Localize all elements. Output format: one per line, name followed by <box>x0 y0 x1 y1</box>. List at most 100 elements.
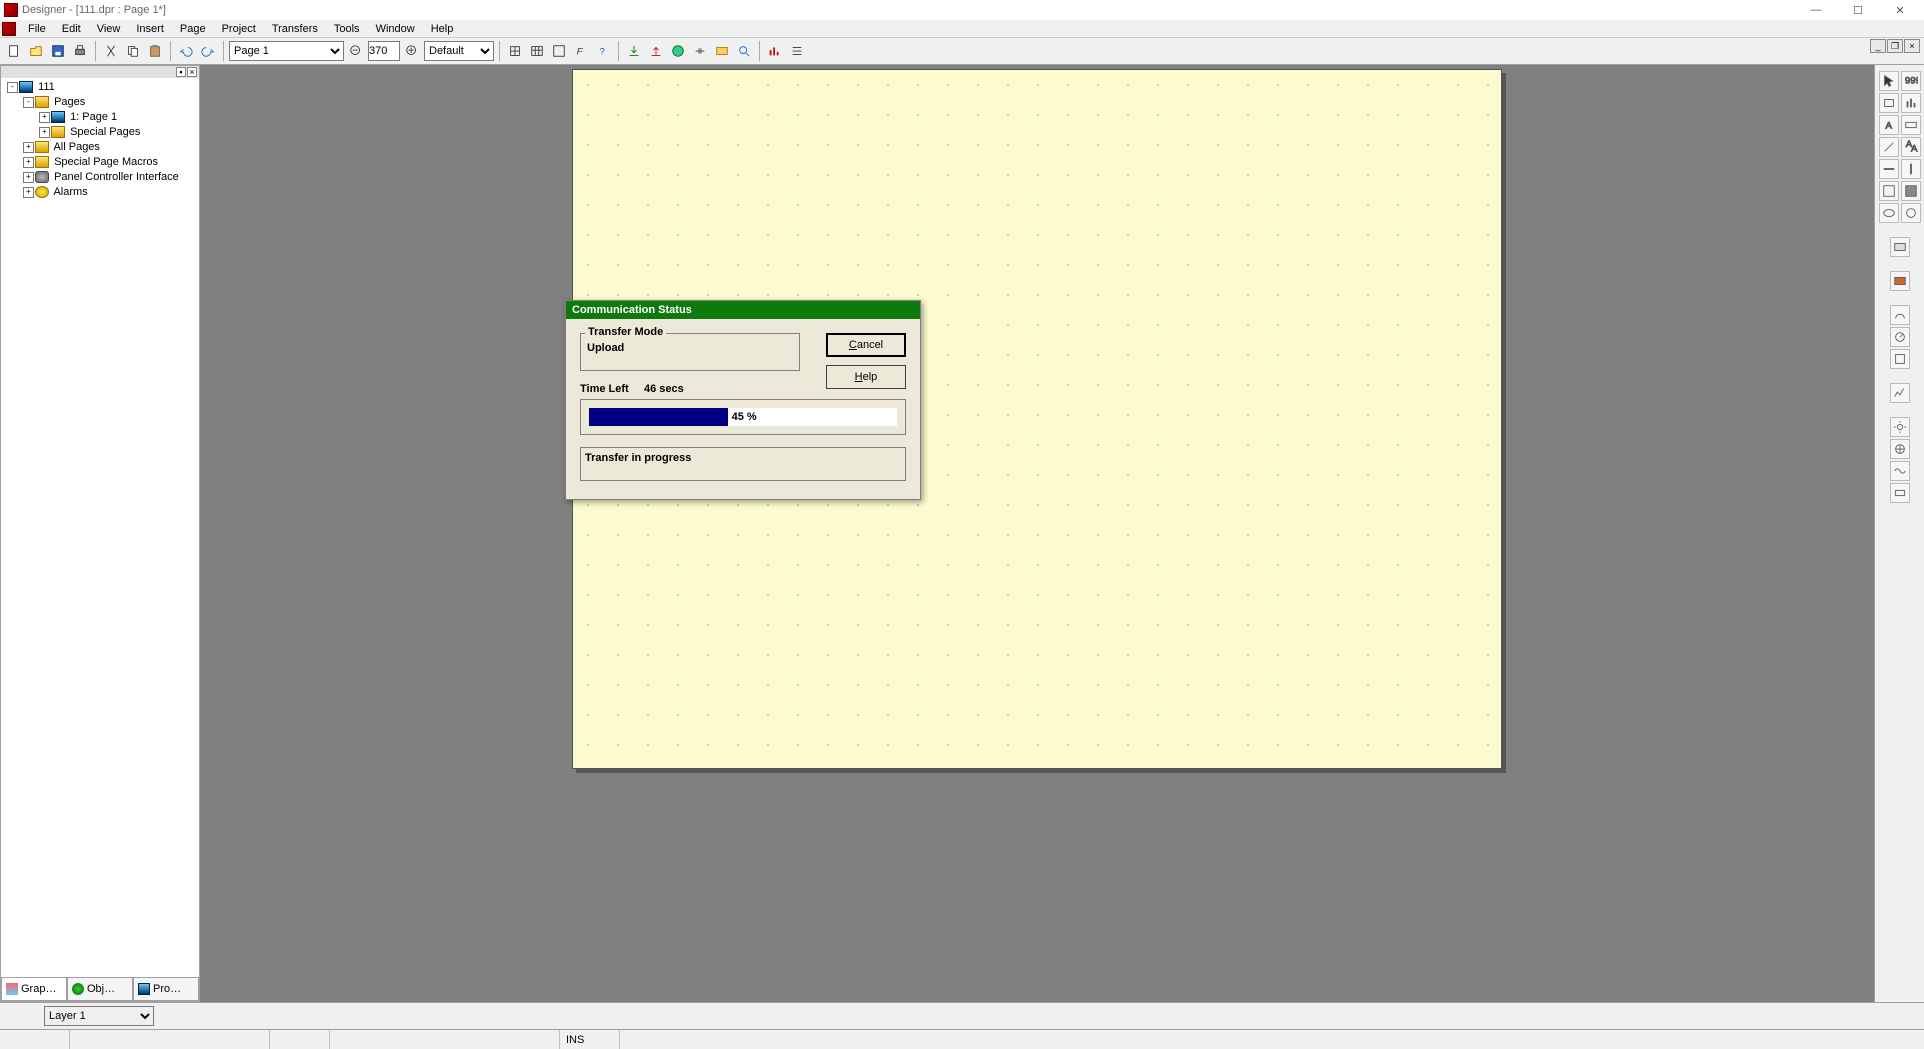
tag-icon[interactable] <box>712 41 732 61</box>
zoom-in-icon[interactable] <box>402 41 422 61</box>
world-icon[interactable] <box>668 41 688 61</box>
tab-project[interactable]: Pro… <box>133 978 199 1001</box>
help-button[interactable]: Help <box>826 365 906 389</box>
design-canvas-area[interactable] <box>200 65 1874 1002</box>
vline-tool-icon[interactable] <box>1901 159 1921 179</box>
tab-project-label: Pro… <box>153 983 181 995</box>
cancel-button[interactable]: Cancel <box>826 333 906 357</box>
tree-pages[interactable]: Pages 1: Page 1 Special Pages <box>19 95 197 140</box>
mdi-minimize-icon[interactable]: _ <box>1870 39 1886 53</box>
undo-icon[interactable] <box>176 41 196 61</box>
minimize-button[interactable]: — <box>1796 1 1836 19</box>
rect-tool-icon[interactable] <box>1879 93 1899 113</box>
save-icon[interactable] <box>48 41 68 61</box>
fill-tool-icon[interactable] <box>1901 181 1921 201</box>
objects-icon <box>72 983 84 995</box>
menu-transfers[interactable]: Transfers <box>264 21 326 37</box>
line-tool-icon[interactable] <box>1879 137 1899 157</box>
dial-tool-icon[interactable] <box>1890 327 1910 347</box>
menu-page[interactable]: Page <box>172 21 214 37</box>
menu-file[interactable]: File <box>20 21 54 37</box>
frame-tool-icon[interactable] <box>1879 181 1899 201</box>
text-tool-icon[interactable]: A <box>1879 115 1899 135</box>
layer-selector[interactable]: Layer 1 <box>44 1006 154 1026</box>
main-toolbar: Page 1 Default F ? <box>0 38 1924 65</box>
menu-insert[interactable]: Insert <box>128 21 172 37</box>
menu-view[interactable]: View <box>89 21 129 37</box>
maximize-button[interactable]: ☐ <box>1838 1 1878 19</box>
folder-icon <box>51 126 65 138</box>
menu-project[interactable]: Project <box>214 21 264 37</box>
style-selector[interactable]: Default <box>424 41 494 61</box>
help-icon[interactable]: ? <box>593 41 613 61</box>
menu-edit[interactable]: Edit <box>54 21 89 37</box>
page-selector[interactable]: Page 1 <box>229 41 344 61</box>
tree-pages-label: Pages <box>54 96 85 108</box>
chart-icon[interactable] <box>765 41 785 61</box>
pointer-tool-icon[interactable] <box>1879 71 1899 91</box>
copy-icon[interactable] <box>123 41 143 61</box>
zoom-input[interactable] <box>368 41 400 61</box>
gauge-tool-icon[interactable] <box>1890 271 1910 291</box>
tree-all-pages[interactable]: All Pages <box>19 140 197 155</box>
new-icon[interactable] <box>4 41 24 61</box>
tree-page1-label: 1: Page 1 <box>70 111 117 123</box>
globe-tool-icon[interactable] <box>1890 439 1910 459</box>
paste-icon[interactable] <box>145 41 165 61</box>
trend-tool-icon[interactable] <box>1890 383 1910 403</box>
project-tree[interactable]: 111 Pages 1: Page 1 <box>1 78 199 977</box>
mdi-restore-icon[interactable]: ❐ <box>1887 39 1903 53</box>
redo-icon[interactable] <box>198 41 218 61</box>
bar-tool-icon[interactable] <box>1901 93 1921 113</box>
connect-icon[interactable] <box>690 41 710 61</box>
find-icon[interactable] <box>734 41 754 61</box>
transfer-mode-group: Transfer Mode Upload <box>580 333 800 371</box>
transfer-status-group: Transfer in progress <box>580 447 906 481</box>
ellipse-tool-icon[interactable] <box>1879 203 1899 223</box>
panel-float-icon[interactable]: ▪ <box>176 67 186 77</box>
circle-tool-icon[interactable] <box>1901 203 1921 223</box>
button-tool-icon[interactable] <box>1890 237 1910 257</box>
meter-tool-icon[interactable] <box>1890 305 1910 325</box>
drawing-toolbox: 999 A AA <box>1874 65 1924 1002</box>
print-icon[interactable] <box>70 41 90 61</box>
hline-tool-icon[interactable] <box>1879 159 1899 179</box>
list-icon[interactable] <box>787 41 807 61</box>
close-button[interactable]: ✕ <box>1880 1 1920 19</box>
project-tab-icon <box>138 983 150 995</box>
data-tool-icon[interactable] <box>1890 483 1910 503</box>
font-icon[interactable]: F <box>571 41 591 61</box>
tree-special-macros[interactable]: Special Page Macros <box>19 155 197 170</box>
multitext-tool-icon[interactable]: AA <box>1901 137 1921 157</box>
wave-tool-icon[interactable] <box>1890 461 1910 481</box>
tab-graphics[interactable]: Grap… <box>1 978 67 1001</box>
left-panel-tabs: Grap… Obj… Pro… <box>1 977 199 1001</box>
svg-text:F: F <box>577 47 584 58</box>
panel-tool-icon[interactable] <box>1890 349 1910 369</box>
open-icon[interactable] <box>26 41 46 61</box>
panel-close-icon[interactable]: × <box>187 67 197 77</box>
grid-icon[interactable] <box>505 41 525 61</box>
tree-panel-interface[interactable]: Panel Controller Interface <box>19 170 197 185</box>
upload-icon[interactable] <box>646 41 666 61</box>
tree-page1[interactable]: 1: Page 1 <box>35 110 197 125</box>
sun-tool-icon[interactable] <box>1890 417 1910 437</box>
mdi-close-icon[interactable]: × <box>1904 39 1920 53</box>
label-tool-icon[interactable] <box>1901 115 1921 135</box>
tree-alarms[interactable]: Alarms <box>19 185 197 200</box>
menu-window[interactable]: Window <box>368 21 423 37</box>
svg-text:A: A <box>1885 121 1892 132</box>
menu-tools[interactable]: Tools <box>326 21 368 37</box>
tab-objects[interactable]: Obj… <box>67 978 133 1001</box>
numeric-tool-icon[interactable]: 999 <box>1901 71 1921 91</box>
tree-root[interactable]: 111 Pages 1: Page 1 <box>3 80 197 200</box>
table-icon[interactable] <box>527 41 547 61</box>
time-left-label: Time Left <box>580 383 629 395</box>
menu-help[interactable]: Help <box>423 21 462 37</box>
download-icon[interactable] <box>624 41 644 61</box>
form-icon[interactable] <box>549 41 569 61</box>
cut-icon[interactable] <box>101 41 121 61</box>
tree-special-pages[interactable]: Special Pages <box>35 125 197 140</box>
status-ins: INS <box>560 1030 620 1049</box>
zoom-out-icon[interactable] <box>346 41 366 61</box>
